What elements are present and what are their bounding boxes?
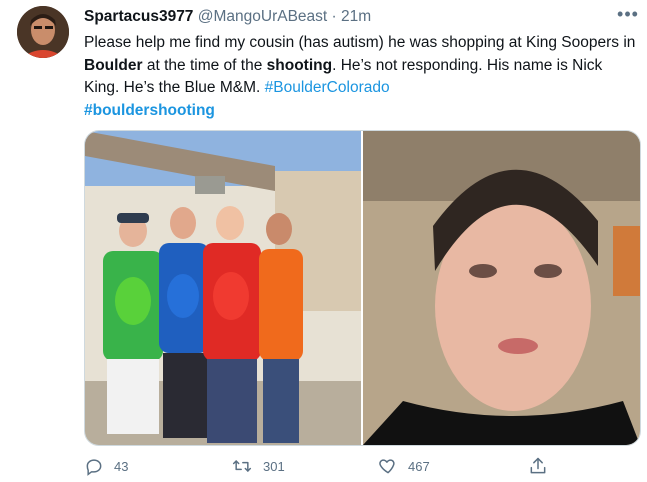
display-name[interactable]: Spartacus3977: [84, 8, 193, 25]
reply-icon: [84, 456, 104, 476]
reply-count: 43: [114, 458, 129, 474]
retweet-count: 301: [263, 458, 285, 474]
header-separator: ·: [331, 8, 337, 25]
heart-icon: [378, 456, 398, 476]
tweet-text-bold: Boulder: [84, 56, 143, 74]
hashtag-link[interactable]: #bouldershooting: [84, 102, 215, 119]
like-button[interactable]: 467: [378, 456, 430, 476]
hashtag-link[interactable]: #BoulderColorado: [265, 79, 390, 96]
timestamp[interactable]: 21m: [341, 8, 371, 25]
user-handle[interactable]: @MangoUrABeast: [198, 8, 327, 25]
tweet-actions: 43 301 467: [84, 456, 564, 480]
share-icon: [528, 456, 548, 476]
media-grid: [84, 130, 641, 446]
share-button[interactable]: [528, 456, 548, 476]
more-options-icon[interactable]: •••: [614, 5, 642, 26]
tweet-text-part: at the time of the: [142, 56, 267, 74]
retweet-icon: [231, 456, 253, 476]
reply-button[interactable]: 43: [84, 456, 128, 476]
like-count: 467: [408, 458, 430, 474]
tweet-text-part: Please help me find my cousin (has autis…: [84, 34, 636, 51]
tweet-text-bold: shooting: [266, 56, 333, 74]
tweet-text: Please help me find my cousin (has autis…: [84, 32, 636, 122]
selfie-photo[interactable]: [363, 131, 640, 445]
tweet-header: Spartacus3977 @MangoUrABeast · 21m: [84, 8, 371, 26]
retweet-button[interactable]: 301: [231, 456, 285, 476]
group-photo[interactable]: [85, 131, 361, 445]
avatar[interactable]: [17, 6, 69, 58]
